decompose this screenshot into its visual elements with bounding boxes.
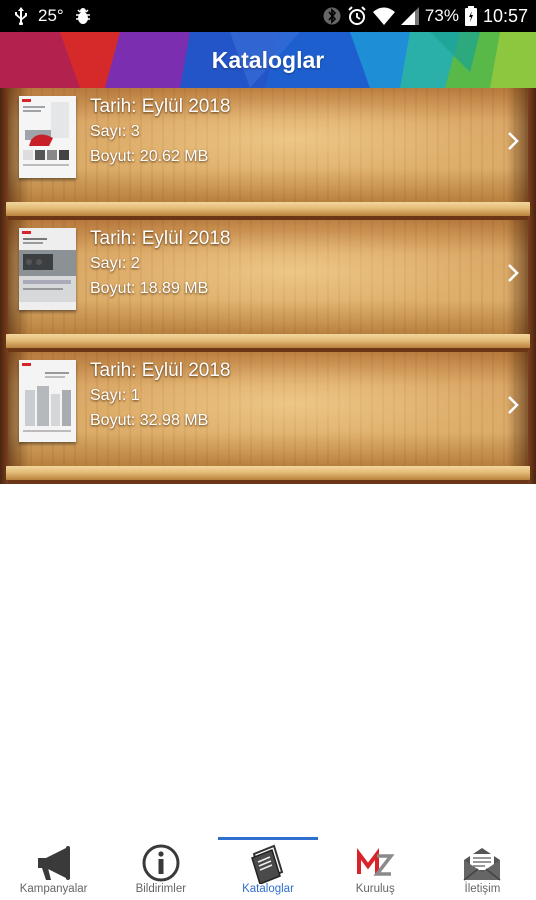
alarm-icon <box>347 6 367 26</box>
catalog-date: Tarih: Eylül 2018 <box>90 96 231 117</box>
catalog-cover-thumbnail <box>19 360 76 442</box>
nav-item-kampanyalar[interactable]: Kampanyalar <box>0 836 107 900</box>
catalog-issue: Sayı: 2 <box>90 255 140 272</box>
shelf-board <box>6 466 530 480</box>
catalog-cover-thumbnail <box>19 228 76 310</box>
mail-icon <box>463 848 501 881</box>
nav-item-kataloglar[interactable]: Kataloglar <box>214 836 321 900</box>
shelf-row: Tarih: Eylül 2018 Sayı: 2 Boyut: 18.89 M… <box>0 220 536 352</box>
wifi-icon <box>372 7 395 25</box>
usb-icon <box>14 7 28 25</box>
catalog-item[interactable]: Tarih: Eylül 2018 Sayı: 1 Boyut: 32.98 M… <box>8 352 528 466</box>
shelf-row: Tarih: Eylül 2018 Sayı: 3 Boyut: 20.62 M… <box>0 88 536 220</box>
catalog-item[interactable]: Tarih: Eylül 2018 Sayı: 2 Boyut: 18.89 M… <box>8 220 528 334</box>
info-icon <box>142 844 180 882</box>
catalog-item[interactable]: Tarih: Eylül 2018 Sayı: 3 Boyut: 20.62 M… <box>8 88 528 202</box>
chevron-right-icon[interactable] <box>504 394 522 416</box>
nav-label: Bildirimler <box>135 883 187 895</box>
chevron-right-icon[interactable] <box>504 262 522 284</box>
signal-icon <box>400 7 419 25</box>
status-bar: 25° 73% 10:57 <box>0 0 536 32</box>
app-header: Kataloglar <box>0 32 536 88</box>
nav-item-iletisim[interactable]: İletişim <box>429 836 536 900</box>
catalog-size: Boyut: 20.62 MB <box>90 148 209 165</box>
nav-label: Kataloglar <box>242 883 294 895</box>
bug-icon <box>74 7 92 25</box>
catalog-issue: Sayı: 1 <box>90 387 140 404</box>
catalog-cover-thumbnail <box>19 96 76 178</box>
chevron-right-icon[interactable] <box>504 130 522 152</box>
catalog-date: Tarih: Eylül 2018 <box>90 360 231 381</box>
app-screen: 25° 73% 10:57 Kataloglar Tarih: Eylül 20… <box>0 0 536 900</box>
battery-icon <box>464 6 477 26</box>
nav-item-bildirimler[interactable]: Bildirimler <box>107 836 214 900</box>
nav-label: Kuruluş <box>355 883 395 895</box>
nav-label: Kampanyalar <box>19 883 88 895</box>
bottom-navigation: Kampanyalar Bildirimler Kataloglar Kurul… <box>0 836 536 900</box>
shelf-board <box>6 334 530 348</box>
nav-item-kurulus[interactable]: Kuruluş <box>322 836 429 900</box>
catalog-issue: Sayı: 3 <box>90 123 140 140</box>
nav-label: İletişim <box>464 883 501 895</box>
megaphone-icon <box>37 846 70 880</box>
catalog-size: Boyut: 32.98 MB <box>90 412 209 429</box>
shelf-row: Tarih: Eylül 2018 Sayı: 1 Boyut: 32.98 M… <box>0 352 536 484</box>
active-tab-indicator <box>218 837 318 840</box>
shelf-board <box>6 202 530 216</box>
temperature-text: 25° <box>38 6 64 25</box>
bluetooth-icon <box>323 6 341 26</box>
catalog-size: Boyut: 18.89 MB <box>90 280 209 297</box>
catalog-date: Tarih: Eylül 2018 <box>90 228 231 249</box>
page-title: Kataloglar <box>211 47 325 73</box>
battery-percent-text: 73% <box>424 6 459 25</box>
catalog-icon <box>251 844 284 884</box>
brand-logo-icon <box>357 848 395 876</box>
clock-text: 10:57 <box>482 5 528 26</box>
catalog-shelf: Tarih: Eylül 2018 Sayı: 3 Boyut: 20.62 M… <box>0 88 536 484</box>
